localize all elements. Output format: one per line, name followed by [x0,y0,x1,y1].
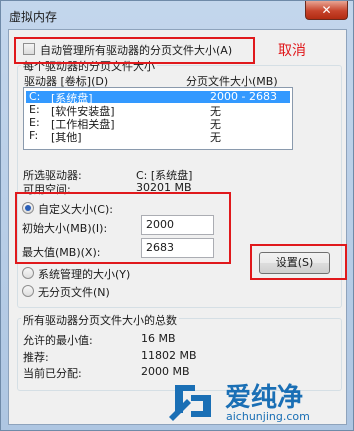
logo-icon [169,385,211,421]
watermark-text: 爱纯净 [225,383,304,413]
drive-row[interactable]: E: [工作相关盘] 无 [26,116,290,131]
allocated-label: 当前已分配: [23,367,82,380]
totals-group-legend: 所有驱动器分页文件大小的总数 [21,312,179,328]
window-title: 虚拟内存 [9,10,58,24]
title-bar[interactable]: 虚拟内存 ✕ [1,1,353,29]
system-managed-label[interactable]: 系统管理的大小(Y) [38,266,130,282]
close-button[interactable]: ✕ [305,1,348,20]
annotation-box-custom-size [15,192,231,264]
system-managed-radio[interactable] [22,267,34,279]
annotation-box-auto-manage [14,37,255,64]
recommended-label: 推荐: [23,351,49,364]
min-allowed-value: 16 MB [141,332,176,345]
recommended-value: 11802 MB [141,349,197,362]
no-paging-file-radio[interactable] [22,285,34,297]
close-icon: ✕ [321,3,332,17]
drive-listbox[interactable]: C: [系统盘] 2000 - 2683 E: [软件安装盘] 无 E: [工作… [23,87,293,150]
watermark: 爱纯净 aichunjing.com [165,377,349,425]
drive-row[interactable]: C: [系统盘] 2000 - 2683 [26,90,290,105]
drive-row[interactable]: F: [其他] 无 [26,129,290,144]
no-paging-file-label[interactable]: 无分页文件(N) [38,284,110,300]
virtual-memory-dialog: 虚拟内存 ✕ 自动管理所有驱动器的分页文件大小(A) 取消 每个驱动器的分页文件… [0,0,354,431]
watermark-url: aichunjing.com [226,410,310,423]
annotation-cancel: 取消 [278,43,306,59]
min-allowed-label: 允许的最小值: [23,334,93,347]
annotation-box-set-button [250,244,347,280]
drive-row[interactable]: E: [软件安装盘] 无 [26,103,290,118]
